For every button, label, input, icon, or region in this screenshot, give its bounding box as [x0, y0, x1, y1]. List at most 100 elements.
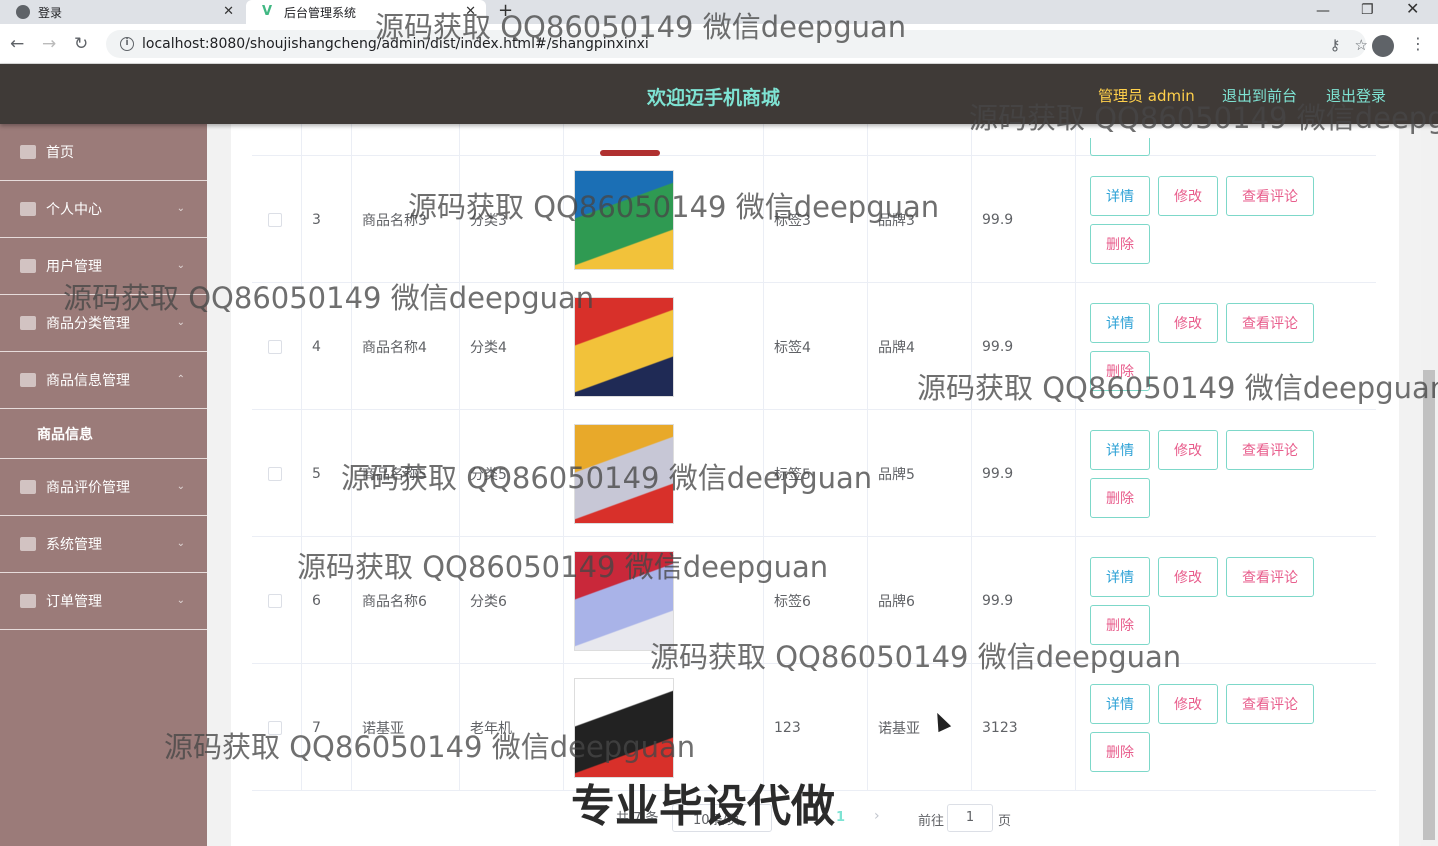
sidebar-item-profile[interactable]: 个人中心 ⌄ [0, 181, 207, 238]
back-icon[interactable]: ← [10, 34, 24, 54]
main-content: 3 商品名称3 分类3 标签3 品牌3 99.9 详情 修改 查看评论 删除 4 商品名称4 分类4 标签… [207, 124, 1421, 846]
reload-icon[interactable]: ↻ [74, 34, 88, 54]
table-row [252, 124, 1376, 156]
sidebar-item-reviews[interactable]: 商品评价管理 ⌄ [0, 459, 207, 516]
chevron-down-icon: ⌄ [176, 481, 185, 492]
current-page-number[interactable]: 1 [836, 810, 845, 825]
row-id: 7 [312, 719, 321, 736]
product-category: 分类6 [470, 593, 507, 610]
profile-avatar[interactable] [1372, 35, 1394, 57]
key-icon[interactable]: ⚷ [1330, 36, 1341, 54]
product-price: 99.9 [982, 338, 1014, 355]
url-actions: ⚷ ☆ [1330, 36, 1368, 54]
product-image [574, 169, 674, 270]
tab-title: 后台管理系统 [284, 5, 357, 20]
sidebar-item-users[interactable]: 用户管理 ⌄ [0, 238, 207, 295]
sidebar-subitem-product-info[interactable]: 商品信息 [0, 409, 207, 459]
edit-button[interactable]: 修改 [1158, 557, 1218, 597]
table-row: 5 商品名称5 分类5 标签5 品牌5 99.9 详情 修改 查看评论 删除 [252, 410, 1376, 537]
logout-link[interactable]: 退出登录 [1326, 85, 1386, 106]
edit-button[interactable]: 修改 [1158, 430, 1218, 470]
delete-button[interactable]: 删除 [1090, 732, 1150, 772]
table-row: 3 商品名称3 分类3 标签3 品牌3 99.9 详情 修改 查看评论 删除 [252, 156, 1376, 283]
row-checkbox[interactable] [268, 720, 282, 735]
row-checkbox[interactable] [268, 593, 282, 608]
page-scrollbar[interactable] [1421, 124, 1438, 846]
view-reviews-button[interactable]: 查看评论 [1226, 176, 1314, 216]
delete-button[interactable]: 删除 [1090, 224, 1150, 264]
product-price: 99.9 [982, 211, 1014, 228]
product-brand: 品牌4 [878, 339, 915, 356]
product-category: 老年机 [470, 720, 512, 737]
sidebar-item-label: 用户管理 [46, 259, 102, 275]
delete-button[interactable]: 删除 [1090, 478, 1150, 518]
view-reviews-button[interactable]: 查看评论 [1226, 303, 1314, 343]
back-to-front-link[interactable]: 退出到前台 [1222, 85, 1297, 106]
chevron-down-icon: ⌄ [176, 595, 185, 606]
grid-icon [20, 316, 36, 330]
detail-button[interactable]: 详情 [1090, 684, 1150, 724]
star-icon[interactable]: ☆ [1355, 36, 1368, 54]
forward-icon[interactable]: → [42, 34, 56, 54]
row-id: 4 [312, 338, 321, 355]
page-suffix: 页 [998, 814, 1012, 829]
chevron-down-icon: ⌄ [176, 538, 185, 549]
sidebar-item-product-info[interactable]: 商品信息管理 ⌃ [0, 352, 207, 409]
chevron-down-icon: ⌄ [176, 203, 185, 214]
chevron-down-icon: ⌄ [176, 260, 185, 271]
detail-button[interactable]: 详情 [1090, 303, 1150, 343]
goto-page-input[interactable]: 1 [947, 804, 993, 832]
browser-menu-icon[interactable]: ⋮ [1410, 34, 1426, 53]
view-reviews-button[interactable]: 查看评论 [1226, 684, 1314, 724]
product-price: 99.9 [982, 592, 1014, 609]
url-field[interactable]: i localhost:8080/shoujishangcheng/admin/… [106, 30, 1366, 58]
product-image [574, 423, 674, 524]
maximize-icon[interactable]: ❐ [1361, 2, 1374, 18]
product-brand: 品牌6 [878, 593, 915, 610]
next-page-icon[interactable]: › [874, 808, 880, 824]
detail-button[interactable]: 详情 [1090, 557, 1150, 597]
sidebar-item-category[interactable]: 商品分类管理 ⌄ [0, 295, 207, 352]
edit-button[interactable]: 修改 [1158, 684, 1218, 724]
product-name: 商品名称6 [362, 593, 427, 610]
tab-title: 登录 [38, 5, 63, 20]
sidebar-item-label: 商品分类管理 [46, 316, 130, 332]
chevron-up-icon: ⌃ [176, 374, 185, 385]
order-icon [20, 594, 36, 608]
product-tag: 标签4 [774, 339, 811, 356]
close-tab-icon[interactable]: ✕ [465, 4, 476, 19]
delete-button[interactable]: 删除 [1090, 605, 1150, 645]
sidebar-item-label: 商品评价管理 [46, 480, 130, 496]
sidebar-item-orders[interactable]: 订单管理 ⌄ [0, 573, 207, 630]
view-reviews-button[interactable]: 查看评论 [1226, 557, 1314, 597]
close-tab-icon[interactable]: ✕ [223, 4, 234, 19]
sidebar-subitem-label: 商品信息 [37, 426, 93, 443]
sidebar-item-label: 商品信息管理 [46, 373, 130, 389]
row-checkbox[interactable] [268, 466, 282, 481]
app-header: 欢迎迈手机商城 管理员 admin 退出到前台 退出登录 [0, 64, 1438, 124]
sidebar-item-home[interactable]: 首页 [0, 124, 207, 181]
minimize-icon[interactable]: — [1316, 3, 1330, 19]
detail-button[interactable]: 详情 [1090, 430, 1150, 470]
goto-label: 前往 [918, 814, 945, 829]
browser-tab-login[interactable]: 登录 ✕ [0, 0, 244, 24]
close-window-icon[interactable]: ✕ [1406, 1, 1419, 17]
delete-button[interactable]: 删除 [1090, 351, 1150, 391]
scrollbar-thumb[interactable] [1423, 370, 1435, 840]
sidebar-item-label: 首页 [46, 145, 74, 161]
view-reviews-button[interactable]: 查看评论 [1226, 430, 1314, 470]
browser-tab-admin[interactable]: V 后台管理系统 ✕ [246, 0, 486, 24]
home-icon [20, 145, 36, 159]
new-tab-icon[interactable]: + [498, 0, 513, 22]
product-category: 分类4 [470, 339, 507, 356]
row-checkbox[interactable] [268, 212, 282, 227]
detail-button[interactable]: 详情 [1090, 176, 1150, 216]
info-icon[interactable]: i [120, 37, 134, 51]
row-checkbox[interactable] [268, 339, 282, 354]
product-name: 商品名称4 [362, 339, 427, 356]
edit-button[interactable]: 修改 [1158, 176, 1218, 216]
sidebar: 首页 个人中心 ⌄ 用户管理 ⌄ 商品分类管理 ⌄ 商品信息管理 ⌃ 商品信息 … [0, 124, 207, 846]
user-icon [20, 202, 36, 216]
edit-button[interactable]: 修改 [1158, 303, 1218, 343]
sidebar-item-system[interactable]: 系统管理 ⌄ [0, 516, 207, 573]
